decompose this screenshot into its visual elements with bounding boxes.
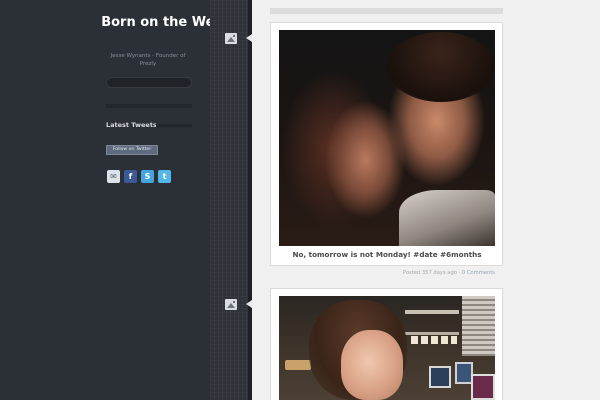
- mail-icon[interactable]: ✉: [107, 170, 120, 183]
- mountain-shape: [227, 37, 235, 42]
- photo-icon[interactable]: [225, 299, 237, 310]
- follow-on-twitter-button[interactable]: Follow on Twitter: [106, 145, 158, 155]
- photo-region: [462, 296, 495, 356]
- photo-region: [405, 310, 459, 314]
- top-divider: [270, 8, 503, 14]
- site-title[interactable]: Born on the Web: [100, 15, 225, 30]
- sidebar-divider: [106, 104, 192, 108]
- photo-region: [411, 336, 457, 344]
- post-meta: Posted 357 days ago · 0 Comments: [279, 270, 495, 277]
- photo-region: [387, 32, 495, 102]
- timeline-rail: [210, 0, 252, 400]
- comments-link[interactable]: 0 Comments: [462, 270, 495, 276]
- skype-icon[interactable]: S: [141, 170, 154, 183]
- site-description: Jesse Wynants - Founder of Prezly: [110, 53, 186, 67]
- post-photo[interactable]: [279, 30, 495, 246]
- sun-shape: [233, 35, 235, 37]
- mountain-shape: [227, 303, 235, 308]
- photo-region: [405, 332, 459, 335]
- photo-region: [471, 374, 495, 400]
- photo-region: [341, 330, 403, 400]
- photo-region: [285, 360, 311, 370]
- post-caption: No, tomorrow is not Monday! #date #6mont…: [292, 250, 482, 259]
- meta-separator: ·: [458, 270, 461, 276]
- latest-tweets-rule: [156, 124, 192, 127]
- twitter-icon[interactable]: t: [158, 170, 171, 183]
- latest-tweets-heading: Latest Tweets: [106, 121, 157, 129]
- photo-icon[interactable]: [225, 33, 237, 44]
- post-date[interactable]: Posted 357 days ago: [403, 270, 457, 276]
- post-photo[interactable]: [279, 296, 495, 400]
- photo-region: [429, 366, 451, 388]
- search-input[interactable]: [106, 77, 192, 88]
- photo-region: [399, 190, 495, 246]
- facebook-icon[interactable]: f: [124, 170, 137, 183]
- sun-shape: [233, 301, 235, 303]
